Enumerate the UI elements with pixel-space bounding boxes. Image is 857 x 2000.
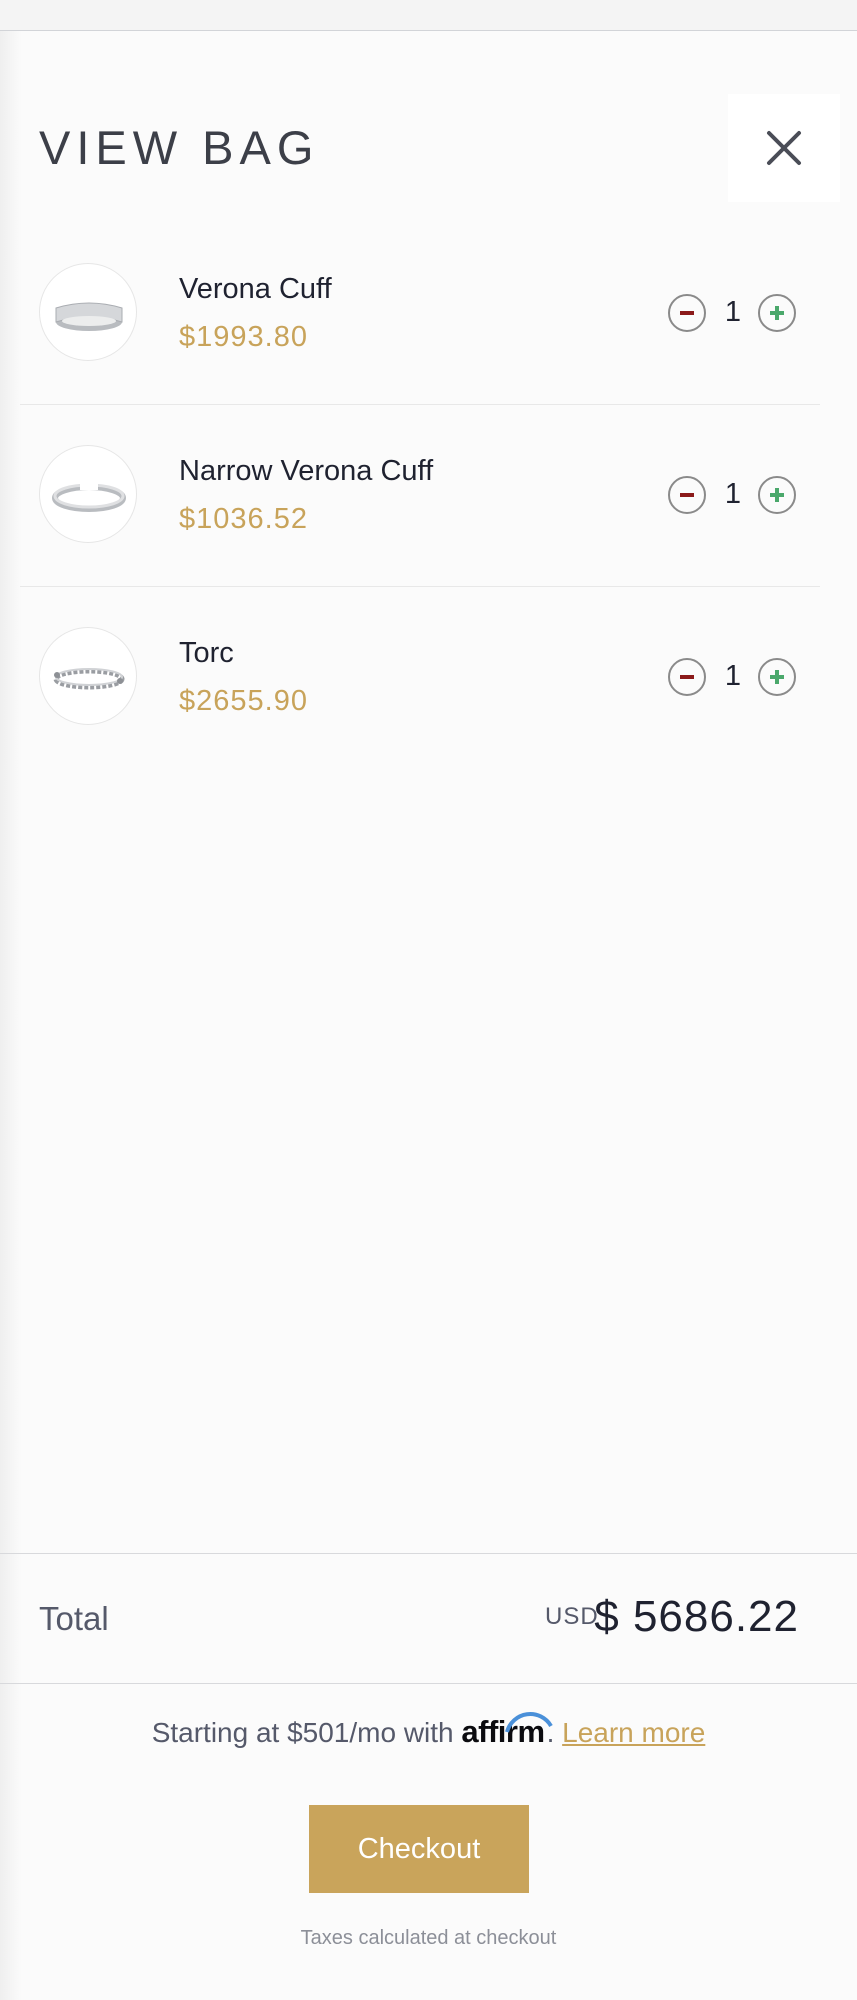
product-image-verona-cuff[interactable]: [39, 263, 137, 361]
product-image-narrow-verona-cuff[interactable]: [39, 445, 137, 543]
total-currency: USD: [545, 1603, 599, 1630]
plus-icon: [770, 488, 784, 502]
total-label: Total: [39, 1600, 109, 1637]
item-name[interactable]: Verona Cuff: [179, 270, 332, 308]
divider: [0, 1683, 857, 1684]
item-price: $2655.90: [179, 685, 308, 717]
minus-icon: [680, 311, 694, 315]
cart-title: VIEW BAG: [39, 121, 320, 174]
cart-item: Torc $2655.90 1: [20, 586, 820, 768]
increase-quantity-button[interactable]: [758, 476, 796, 514]
item-name[interactable]: Torc: [179, 634, 234, 672]
cart-item: Verona Cuff $1993.80 1: [20, 222, 820, 405]
decrease-quantity-button[interactable]: [668, 476, 706, 514]
increase-quantity-button[interactable]: [758, 294, 796, 332]
financing-text: Starting at $501/mo with: [151, 1717, 454, 1748]
close-icon: [767, 131, 801, 165]
close-cart-button[interactable]: [728, 94, 840, 202]
decrease-quantity-button[interactable]: [668, 658, 706, 696]
minus-icon: [680, 675, 694, 679]
drawer-edge-shadow: [0, 31, 22, 2000]
plus-icon: [770, 670, 784, 684]
increase-quantity-button[interactable]: [758, 658, 796, 696]
item-name[interactable]: Narrow Verona Cuff: [179, 452, 433, 490]
quantity-value: 1: [724, 660, 742, 692]
item-price: $1993.80: [179, 321, 308, 353]
decrease-quantity-button[interactable]: [668, 294, 706, 332]
tax-note: Taxes calculated at checkout: [300, 1927, 557, 1949]
quantity-value: 1: [724, 478, 742, 510]
quantity-value: 1: [724, 296, 742, 328]
affirm-financing-message: Starting at $501/mo with affirm. Learn m…: [0, 1710, 857, 1755]
affirm-arc-icon: [505, 1712, 554, 1733]
divider: [0, 1553, 857, 1554]
learn-more-link[interactable]: Learn more: [562, 1717, 705, 1748]
affirm-logo: affirm: [461, 1710, 554, 1754]
product-image-torc[interactable]: [39, 627, 137, 725]
browser-top-bar: [0, 0, 857, 31]
plus-icon: [770, 306, 784, 320]
checkout-button[interactable]: Checkout: [309, 1805, 529, 1893]
total-amount: $ 5686.22: [594, 1592, 799, 1641]
minus-icon: [680, 493, 694, 497]
cart-item: Narrow Verona Cuff $1036.52 1: [20, 404, 820, 587]
item-price: $1036.52: [179, 503, 308, 535]
